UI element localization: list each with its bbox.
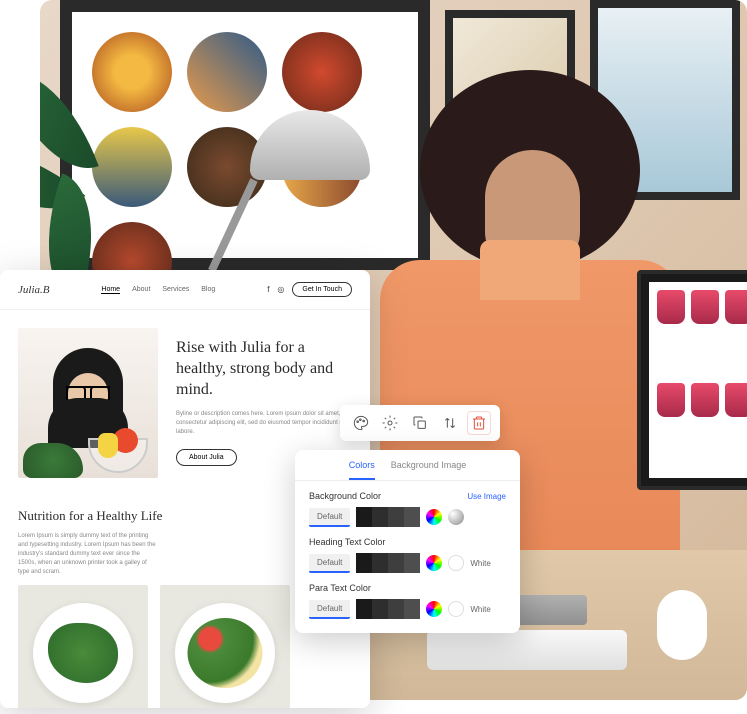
tab-colors[interactable]: Colors [349,460,375,480]
sort-icon[interactable] [438,411,462,435]
color-panel: Colors Background Image Background Color… [295,450,520,633]
hero-title: Rise with Julia for a healthy, strong bo… [176,338,352,400]
para-color-label: Para Text Color [309,583,371,593]
heading-color-label: Heading Text Color [309,537,385,547]
site-logo[interactable]: Julia.B [18,284,49,296]
color-wheel-icon[interactable] [426,601,442,617]
header-cta-button[interactable]: Get In Touch [292,282,352,297]
heading-swatches[interactable] [356,553,420,573]
section-description: Lorem Ipsum is simply dummy text of the … [18,532,158,577]
palette-icon[interactable] [349,411,373,435]
facebook-icon[interactable]: f [267,285,269,294]
nav-blog[interactable]: Blog [201,286,215,294]
para-default-swatch[interactable]: Default [309,600,350,619]
nav-home[interactable]: Home [101,286,120,294]
nav-about[interactable]: About [132,286,150,294]
bg-color-label: Background Color [309,491,381,501]
tab-background-image[interactable]: Background Image [391,460,467,480]
para-white-label: White [470,605,490,614]
color-wheel-icon[interactable] [426,509,442,525]
editor-toolbar [340,405,500,441]
copy-icon[interactable] [408,411,432,435]
para-swatches[interactable] [356,599,420,619]
site-nav: Home About Services Blog [101,286,215,294]
section-image-2 [160,585,290,708]
hero-button[interactable]: About Julia [176,449,237,466]
bg-default-swatch[interactable]: Default [309,508,350,527]
nav-services[interactable]: Services [162,286,189,294]
heading-default-swatch[interactable]: Default [309,554,350,573]
hero-image [18,328,158,478]
para-white-swatch[interactable] [448,601,464,617]
trash-icon[interactable] [467,411,491,435]
gear-icon[interactable] [378,411,402,435]
heading-white-swatch[interactable] [448,555,464,571]
instagram-icon[interactable]: ◎ [277,285,284,294]
color-wheel-icon[interactable] [426,555,442,571]
bg-swatches[interactable] [356,507,420,527]
use-image-link[interactable]: Use Image [467,492,506,501]
bg-end-swatch[interactable] [448,509,464,525]
heading-white-label: White [470,559,490,568]
section-image-1 [18,585,148,708]
hero-description: Byline or description comes here. Lorem … [176,410,352,437]
